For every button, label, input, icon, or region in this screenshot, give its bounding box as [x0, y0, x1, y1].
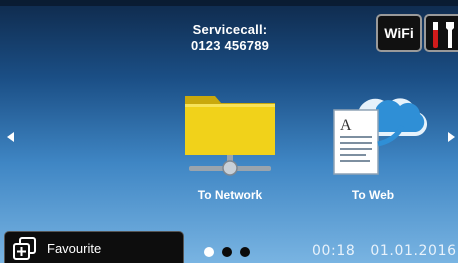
clock-date: 01.01.2016 [370, 243, 457, 259]
status-bar: 00:18 01.01.2016 [312, 243, 457, 259]
device-screen: Servicecall: 0123 456789 WiFi To Network [0, 0, 458, 263]
network-folder-icon [185, 96, 275, 176]
page-dot-1[interactable] [204, 247, 214, 257]
favourite-label: Favourite [47, 241, 102, 256]
favourite-button[interactable]: Favourite [4, 231, 184, 263]
service-call-info: Servicecall: 0123 456789 [155, 22, 305, 54]
web-document-cloud-icon: A [333, 98, 428, 175]
service-call-label: Servicecall: [192, 22, 268, 37]
page-dot-3[interactable] [240, 247, 250, 257]
svg-text:A: A [340, 117, 352, 134]
to-network-label: To Network [197, 188, 263, 202]
wifi-button[interactable]: WiFi [376, 14, 422, 52]
to-network-tile[interactable]: To Network [175, 84, 285, 214]
tools-icon [433, 22, 454, 48]
tools-button[interactable] [424, 14, 458, 52]
clock-time: 00:18 [312, 243, 356, 259]
service-call-number: 0123 456789 [190, 38, 270, 53]
to-web-tile[interactable]: A To Web [318, 84, 428, 214]
next-page-arrow[interactable] [448, 132, 455, 142]
to-web-label: To Web [351, 188, 395, 202]
wifi-label: WiFi [384, 25, 414, 41]
top-edge [0, 0, 458, 6]
page-indicator [204, 247, 250, 257]
previous-page-arrow[interactable] [7, 132, 14, 142]
favourite-add-icon [13, 236, 36, 260]
page-dot-2[interactable] [222, 247, 232, 257]
